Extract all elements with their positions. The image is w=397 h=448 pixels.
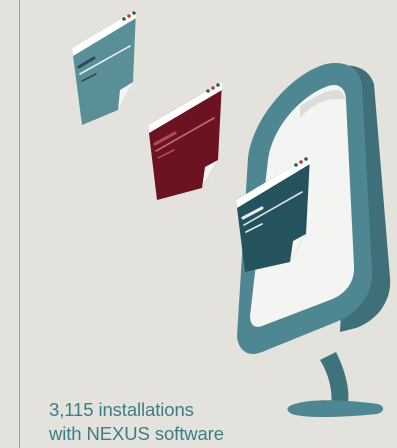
document-window-icon <box>148 82 222 200</box>
document-window-icon <box>72 10 136 125</box>
installations-caption: 3,115 installations with NEXUS software <box>49 398 224 446</box>
illustration <box>72 10 391 417</box>
caption-line-2: with NEXUS software <box>49 423 224 444</box>
caption-line-1: 3,115 installations <box>49 399 194 420</box>
